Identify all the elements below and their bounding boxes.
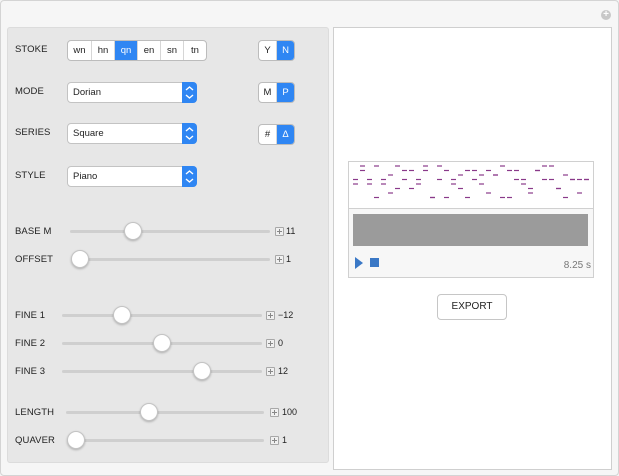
fine-1-label: FINE 1	[15, 310, 46, 321]
quaver-value: 1	[282, 435, 288, 445]
export-button[interactable]: EXPORT	[437, 294, 507, 320]
stop-icon[interactable]	[370, 258, 379, 267]
style-value: Piano	[73, 171, 98, 182]
duration-label: 8.25 s	[563, 260, 591, 271]
offset-slider[interactable]	[72, 258, 270, 261]
offset-value: 1	[286, 254, 292, 264]
length-slider[interactable]	[66, 411, 264, 414]
mp-toggle: M P	[258, 82, 295, 103]
delta-option[interactable]: Δ	[277, 125, 294, 144]
fine-2-slider-thumb[interactable]	[153, 334, 171, 352]
fine-2-label: FINE 2	[15, 338, 46, 349]
base-m-label: BASE M	[15, 226, 52, 237]
quaver-expand-icon[interactable]	[270, 436, 279, 445]
base-m-slider[interactable]	[70, 230, 270, 233]
stoke-option-tn[interactable]: tn	[184, 41, 206, 60]
series-value: Square	[73, 128, 104, 139]
mode-value: Dorian	[73, 87, 101, 98]
fine-1-slider[interactable]	[62, 314, 262, 317]
expand-icon[interactable]: +	[601, 10, 611, 20]
mode-label: MODE	[15, 86, 44, 97]
n-option[interactable]: N	[277, 41, 294, 60]
offset-label: OFFSET	[15, 254, 54, 265]
sharp-delta-toggle: # Δ	[258, 124, 295, 145]
offset-slider-thumb[interactable]	[71, 250, 89, 268]
stoke-option-sn[interactable]: sn	[161, 41, 184, 60]
base-m-expand-icon[interactable]	[275, 227, 284, 236]
stoke-option-qn[interactable]: qn	[115, 41, 138, 60]
fine-3-slider[interactable]	[62, 370, 262, 373]
fine-2-value: 0	[278, 338, 284, 348]
fine-1-slider-thumb[interactable]	[112, 306, 131, 324]
stoke-label: STOKE	[15, 44, 48, 55]
chevron-updown-icon	[182, 82, 197, 103]
piano-roll	[348, 161, 594, 209]
fine-3-value: 12	[278, 366, 289, 376]
stoke-option-en[interactable]: en	[138, 41, 161, 60]
length-label: LENGTH	[15, 407, 55, 418]
fine-3-label: FINE 3	[15, 366, 46, 377]
length-expand-icon[interactable]	[270, 408, 279, 417]
series-select[interactable]: Square	[67, 123, 197, 144]
length-value: 100	[282, 407, 298, 417]
mode-select[interactable]: Dorian	[67, 82, 197, 103]
quaver-slider-thumb[interactable]	[67, 431, 85, 449]
series-label: SERIES	[15, 127, 51, 138]
fine-1-value: −12	[278, 310, 294, 320]
fine-3-expand-icon[interactable]	[266, 367, 275, 376]
chevron-updown-icon	[182, 123, 197, 144]
y-option[interactable]: Y	[259, 41, 277, 60]
p-option[interactable]: P	[277, 83, 294, 102]
piano-roll-notes	[353, 165, 589, 199]
quaver-label: QUAVER	[15, 435, 56, 446]
play-icon[interactable]	[355, 257, 363, 269]
yn-toggle: Y N	[258, 40, 295, 61]
stoke-segmented: wn hn qn en sn tn	[67, 40, 207, 61]
chevron-updown-icon	[182, 166, 197, 187]
waveform	[353, 214, 588, 246]
fine-1-expand-icon[interactable]	[266, 311, 275, 320]
base-m-value: 11	[286, 226, 296, 236]
stoke-option-wn[interactable]: wn	[68, 41, 92, 60]
sharp-option[interactable]: #	[259, 125, 277, 144]
offset-expand-icon[interactable]	[275, 255, 284, 264]
length-slider-thumb[interactable]	[139, 403, 158, 421]
style-label: STYLE	[15, 170, 46, 181]
stoke-option-hn[interactable]: hn	[92, 41, 115, 60]
fine-2-expand-icon[interactable]	[266, 339, 275, 348]
m-option[interactable]: M	[259, 83, 277, 102]
style-select[interactable]: Piano	[67, 166, 197, 187]
quaver-slider[interactable]	[68, 439, 264, 442]
